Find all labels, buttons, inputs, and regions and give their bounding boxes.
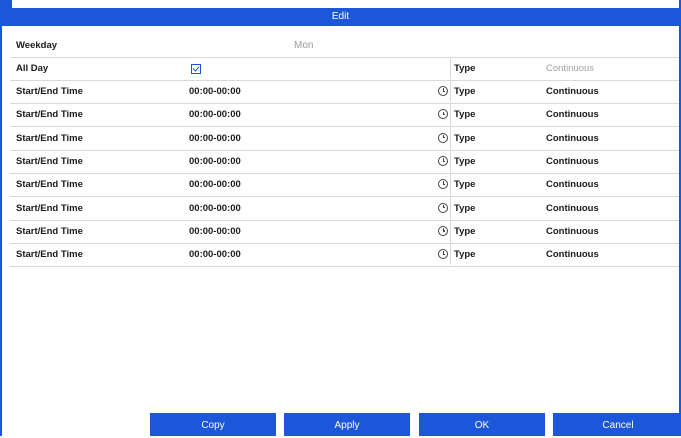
time-range-field[interactable]: 00:00-00:00 — [183, 103, 451, 126]
clock-icon[interactable] — [438, 109, 448, 120]
time-range-field[interactable]: 00:00-00:00 — [183, 126, 451, 149]
type-value[interactable]: Continuous — [546, 103, 599, 126]
period-row: Start/End Time 00:00-00:00 Type Continuous — [10, 103, 679, 128]
type-value[interactable]: Continuous — [546, 220, 599, 243]
time-range-field[interactable]: 00:00-00:00 — [183, 219, 451, 242]
type-value[interactable]: Continuous — [546, 57, 594, 80]
type-label: Type — [454, 202, 476, 214]
clock-icon[interactable] — [438, 202, 448, 213]
time-range-value: 00:00-00:00 — [189, 109, 241, 121]
time-range-value: 00:00-00:00 — [189, 249, 241, 261]
type-value[interactable]: Continuous — [546, 243, 599, 266]
type-label: Type — [454, 132, 476, 144]
time-range-field[interactable]: 00:00-00:00 — [183, 196, 451, 219]
time-range-value: 00:00-00:00 — [189, 86, 241, 97]
time-range-field[interactable]: 00:00-00:00 — [183, 173, 451, 196]
clock-icon[interactable] — [438, 132, 448, 143]
clock-icon[interactable] — [438, 249, 448, 260]
start-end-time-label: Start/End Time — [16, 86, 83, 97]
time-range-field[interactable]: 00:00-00:00 — [183, 149, 451, 172]
weekday-row: Weekday Mon — [10, 34, 679, 58]
period-row: Start/End Time 00:00-00:00 Type Continuous — [10, 173, 679, 198]
type-label: Type — [454, 155, 476, 167]
time-range-value: 00:00-00:00 — [189, 225, 241, 237]
weekday-value[interactable]: Mon — [294, 34, 313, 57]
type-value[interactable]: Continuous — [546, 80, 599, 103]
period-row: Start/End Time 00:00-00:00 Type Continuous — [10, 243, 679, 268]
period-row: Start/End Time 00:00-00:00 Type Continuous — [10, 126, 679, 151]
dialog-title: Edit — [2, 8, 679, 26]
period-row: Start/End Time 00:00-00:00 Type Continuous — [10, 149, 679, 174]
ok-button[interactable]: OK — [419, 413, 545, 436]
top-strip — [2, 0, 12, 8]
start-end-time-label: Start/End Time — [16, 179, 83, 191]
time-range-value: 00:00-00:00 — [189, 132, 241, 144]
weekday-label: Weekday — [16, 40, 58, 51]
start-end-time-label: Start/End Time — [16, 109, 83, 121]
edit-dialog: Edit Weekday Mon All Day Type Continuous… — [0, 0, 681, 436]
all-day-row: All Day Type Continuous — [10, 57, 679, 81]
time-range-field[interactable]: 00:00-00:00 — [183, 80, 451, 102]
start-end-time-label: Start/End Time — [16, 249, 83, 261]
clock-icon[interactable] — [438, 86, 448, 96]
time-range-value: 00:00-00:00 — [189, 202, 241, 214]
cancel-button[interactable]: Cancel — [553, 413, 681, 436]
start-end-time-label: Start/End Time — [16, 225, 83, 237]
clock-icon[interactable] — [438, 155, 448, 166]
type-label: Type — [454, 225, 476, 237]
time-range-value: 00:00-00:00 — [189, 179, 241, 191]
start-end-time-label: Start/End Time — [16, 155, 83, 167]
type-value[interactable]: Continuous — [546, 173, 599, 196]
type-value[interactable]: Continuous — [546, 197, 599, 220]
period-row: Start/End Time 00:00-00:00 Type Continuous — [10, 80, 679, 104]
all-day-label: All Day — [16, 63, 49, 74]
start-end-time-label: Start/End Time — [16, 132, 83, 144]
time-range-value: 00:00-00:00 — [189, 155, 241, 167]
all-day-field-divider — [183, 57, 451, 79]
start-end-time-label: Start/End Time — [16, 202, 83, 214]
period-row: Start/End Time 00:00-00:00 Type Continuous — [10, 196, 679, 221]
time-range-field[interactable]: 00:00-00:00 — [183, 243, 451, 266]
type-label: Type — [454, 63, 476, 74]
type-label: Type — [454, 86, 476, 97]
type-value[interactable]: Continuous — [546, 127, 599, 150]
clock-icon[interactable] — [438, 225, 448, 236]
type-label: Type — [454, 179, 476, 191]
copy-button[interactable]: Copy — [150, 413, 276, 436]
type-label: Type — [454, 109, 476, 121]
type-label: Type — [454, 249, 476, 261]
clock-icon[interactable] — [438, 179, 448, 190]
period-row: Start/End Time 00:00-00:00 Type Continuous — [10, 219, 679, 244]
apply-button[interactable]: Apply — [284, 413, 410, 436]
type-value[interactable]: Continuous — [546, 150, 599, 173]
